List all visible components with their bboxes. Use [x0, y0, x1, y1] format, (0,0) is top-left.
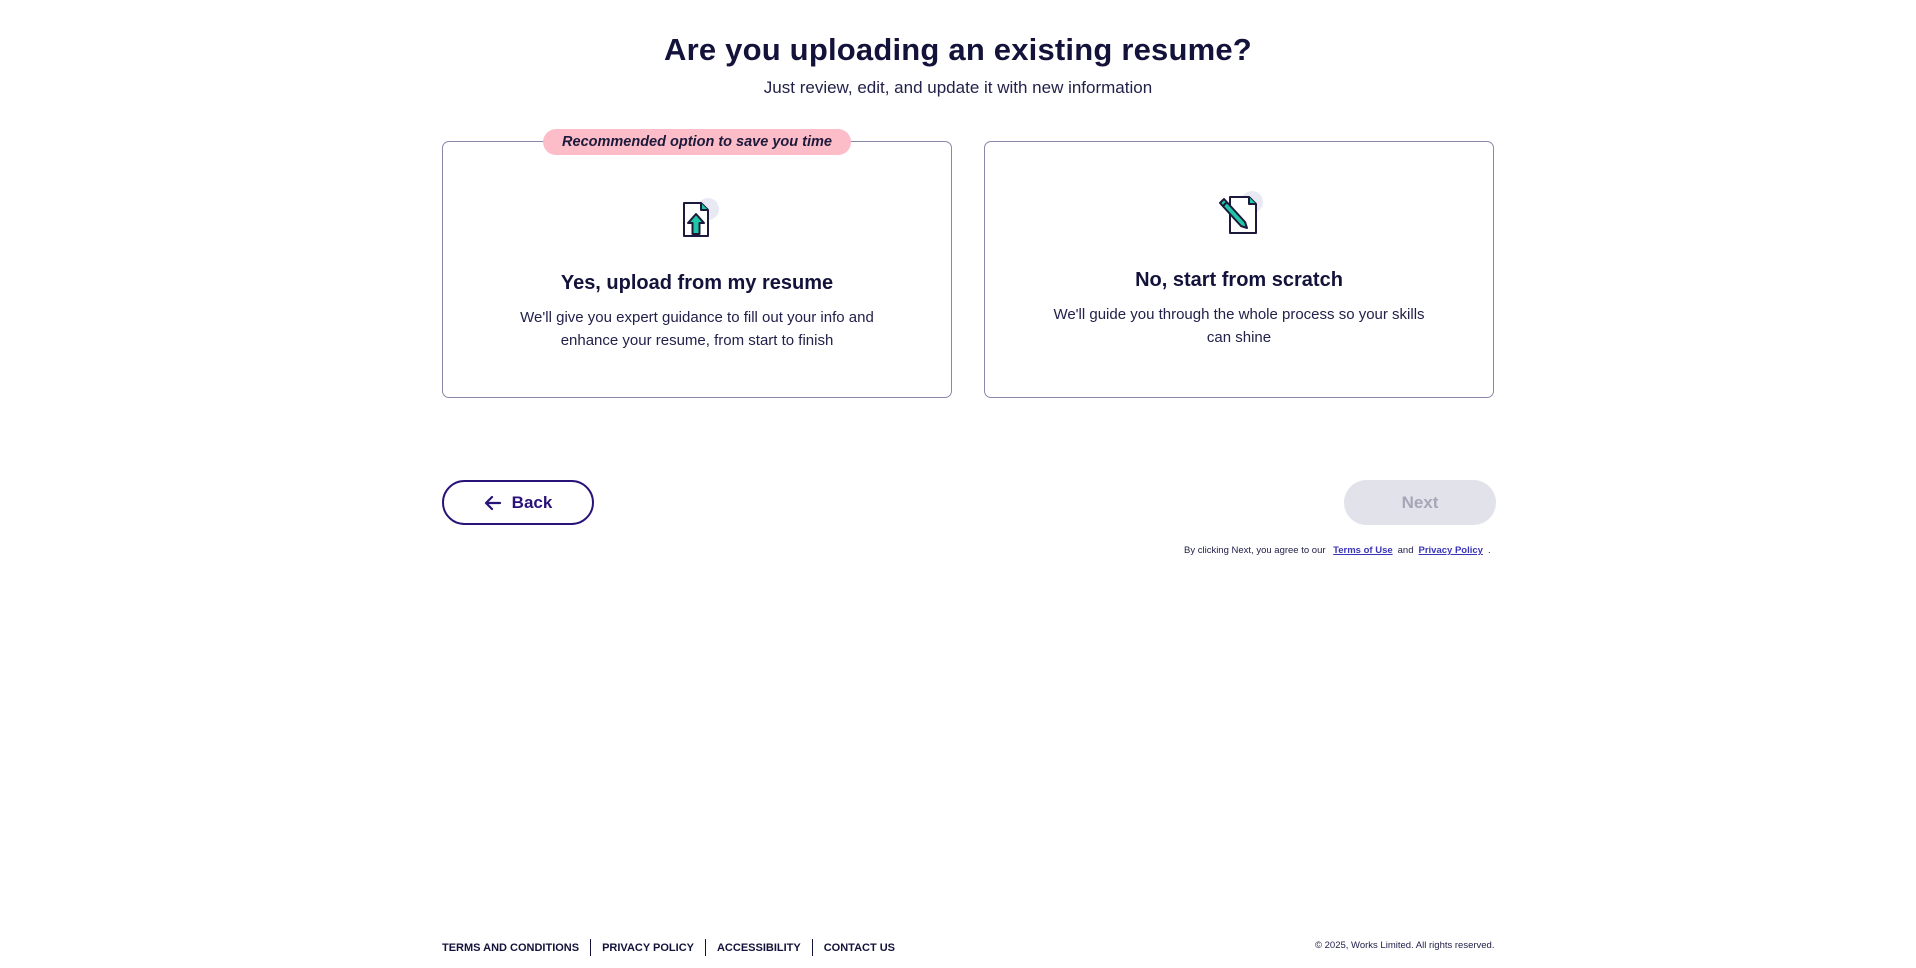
option-description: We'll give you expert guidance to fill o… [520, 309, 874, 349]
page-header: Are you uploading an existing resume? Ju… [0, 0, 1916, 98]
option-title: Yes, upload from my resume [560, 272, 834, 294]
footer-divider [590, 939, 592, 956]
option-description: We'll guide you through the whole proces… [1053, 306, 1425, 346]
arrow-left-icon [484, 495, 501, 510]
page-subtitle: Just review, edit, and update it with ne… [763, 78, 1153, 97]
agreement-prefix: By clicking Next, you agree to our [1184, 545, 1326, 556]
upload-resume-option[interactable]: Recommended option to save you time Yes,… [442, 129, 952, 398]
footer-link-terms[interactable]: TERMS AND CONDITIONS [442, 942, 579, 954]
next-button[interactable]: Next [1344, 480, 1496, 525]
footer-link-contact[interactable]: CONTACT US [824, 942, 895, 954]
footer-link-accessibility[interactable]: ACCESSIBILITY [717, 942, 801, 954]
upload-document-icon [683, 198, 719, 237]
terms-of-use-link[interactable]: Terms of Use [1333, 545, 1392, 556]
footer-link-privacy[interactable]: PRIVACY POLICY [602, 942, 694, 954]
privacy-policy-link[interactable]: Privacy Policy [1419, 545, 1483, 556]
agreement-and: and [1397, 545, 1414, 556]
start-from-scratch-option[interactable]: No, start from scratch We'll guide you t… [984, 141, 1494, 398]
footer-divider [704, 939, 706, 956]
footer-links: TERMS AND CONDITIONS PRIVACY POLICY ACCE… [442, 939, 895, 956]
back-button[interactable]: Back [442, 480, 594, 525]
agreement-text: By clicking Next, you agree to our Terms… [1184, 545, 1491, 556]
option-title: No, start from scratch [1135, 269, 1343, 291]
footer-divider [811, 939, 813, 956]
back-button-label: Back [511, 492, 553, 512]
copyright: © 2025, Works Limited. All rights reserv… [1315, 940, 1495, 951]
pen-document-icon [1219, 191, 1263, 234]
recommended-badge: Recommended option to save you time [543, 129, 851, 155]
page-title: Are you uploading an existing resume? [664, 32, 1252, 67]
agreement-suffix: . [1487, 545, 1491, 556]
